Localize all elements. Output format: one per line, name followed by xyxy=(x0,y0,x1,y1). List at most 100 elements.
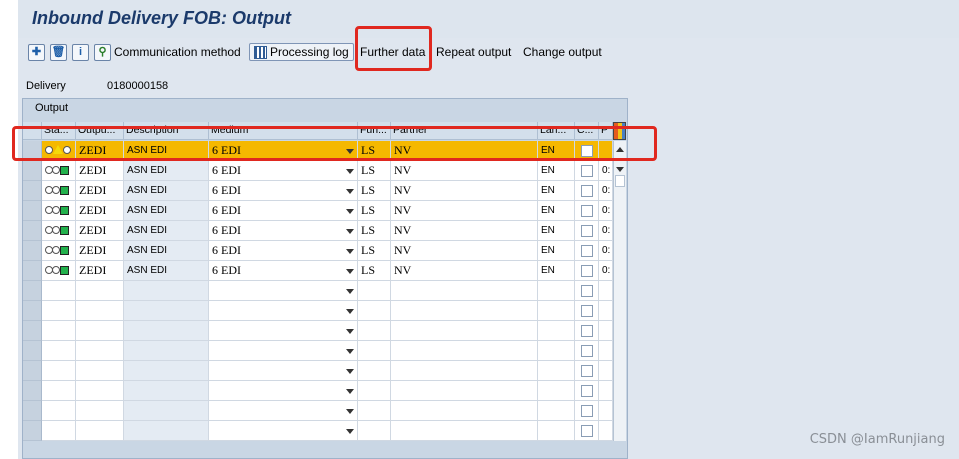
cell-p[interactable]: 0: xyxy=(599,201,613,221)
cell-medium[interactable] xyxy=(209,401,358,421)
cell-description[interactable]: ASN EDI xyxy=(124,181,209,201)
cell-output[interactable]: ZEDI xyxy=(76,241,124,261)
cell-c[interactable] xyxy=(575,401,599,421)
vertical-scrollbar[interactable] xyxy=(613,141,626,441)
chevron-down-icon[interactable] xyxy=(346,229,354,234)
row-selector[interactable] xyxy=(23,161,42,181)
cell-function[interactable] xyxy=(358,341,391,361)
cell-description[interactable]: ASN EDI xyxy=(124,161,209,181)
cell-p[interactable] xyxy=(599,281,613,301)
cell-partner[interactable] xyxy=(391,301,538,321)
cell-p[interactable]: 0: xyxy=(599,161,613,181)
cell-c[interactable] xyxy=(575,241,599,261)
chevron-down-icon[interactable] xyxy=(346,329,354,334)
info-icon[interactable]: i xyxy=(72,44,89,61)
cell-description[interactable] xyxy=(124,281,209,301)
cell-medium[interactable] xyxy=(209,361,358,381)
cell-partner[interactable]: NV xyxy=(391,221,538,241)
row-selector[interactable] xyxy=(23,381,42,401)
cell-function[interactable]: LS xyxy=(358,221,391,241)
checkbox[interactable] xyxy=(581,225,593,237)
checkbox[interactable] xyxy=(581,385,593,397)
cell-p[interactable] xyxy=(599,361,613,381)
row-selector[interactable] xyxy=(23,301,42,321)
cell-c[interactable] xyxy=(575,161,599,181)
chevron-down-icon[interactable] xyxy=(346,389,354,394)
cell-output[interactable] xyxy=(76,421,124,441)
cell-partner[interactable]: NV xyxy=(391,181,538,201)
cell-p[interactable]: 0: xyxy=(599,241,613,261)
cell-function[interactable] xyxy=(358,381,391,401)
cell-c[interactable] xyxy=(575,381,599,401)
cell-partner[interactable] xyxy=(391,361,538,381)
cell-c[interactable] xyxy=(575,421,599,441)
row-selector[interactable] xyxy=(23,221,42,241)
cell-function[interactable] xyxy=(358,281,391,301)
chevron-down-icon[interactable] xyxy=(346,429,354,434)
row-selector[interactable] xyxy=(23,401,42,421)
cell-function[interactable]: LS xyxy=(358,241,391,261)
cell-description[interactable] xyxy=(124,361,209,381)
cell-c[interactable] xyxy=(575,321,599,341)
cell-language[interactable]: EN xyxy=(538,261,575,281)
scroll-down-icon[interactable] xyxy=(616,167,624,172)
cell-description[interactable]: ASN EDI xyxy=(124,241,209,261)
cell-medium[interactable] xyxy=(209,421,358,441)
processing-log-button[interactable]: Processing log xyxy=(249,43,354,61)
cell-function[interactable] xyxy=(358,421,391,441)
cell-medium[interactable] xyxy=(209,341,358,361)
checkbox[interactable] xyxy=(581,345,593,357)
cell-language[interactable] xyxy=(538,381,575,401)
cell-function[interactable] xyxy=(358,361,391,381)
cell-c[interactable] xyxy=(575,341,599,361)
cell-medium[interactable] xyxy=(209,301,358,321)
cell-language[interactable] xyxy=(538,281,575,301)
chevron-down-icon[interactable] xyxy=(346,169,354,174)
checkbox[interactable] xyxy=(581,325,593,337)
cell-partner[interactable]: NV xyxy=(391,241,538,261)
repeat-output-button[interactable]: Repeat output xyxy=(436,45,511,59)
checkbox[interactable] xyxy=(581,265,593,277)
cell-output[interactable] xyxy=(76,401,124,421)
cell-function[interactable] xyxy=(358,301,391,321)
row-selector[interactable] xyxy=(23,361,42,381)
cell-output[interactable]: ZEDI xyxy=(76,261,124,281)
cell-language[interactable]: EN xyxy=(538,201,575,221)
cell-function[interactable]: LS xyxy=(358,161,391,181)
communication-method-button[interactable]: Communication method xyxy=(114,45,241,59)
cell-p[interactable] xyxy=(599,401,613,421)
cell-partner[interactable] xyxy=(391,381,538,401)
cell-output[interactable] xyxy=(76,321,124,341)
cell-function[interactable]: LS xyxy=(358,261,391,281)
cell-c[interactable] xyxy=(575,201,599,221)
cell-p[interactable] xyxy=(599,341,613,361)
row-selector[interactable] xyxy=(23,201,42,221)
checkbox[interactable] xyxy=(581,405,593,417)
cell-c[interactable] xyxy=(575,181,599,201)
row-selector[interactable] xyxy=(23,421,42,441)
cell-description[interactable] xyxy=(124,321,209,341)
cell-partner[interactable]: NV xyxy=(391,201,538,221)
cell-partner[interactable]: NV xyxy=(391,161,538,181)
checkbox[interactable] xyxy=(581,305,593,317)
cell-description[interactable]: ASN EDI xyxy=(124,221,209,241)
cell-partner[interactable] xyxy=(391,281,538,301)
cell-p[interactable]: 0: xyxy=(599,261,613,281)
cell-partner[interactable] xyxy=(391,421,538,441)
cell-language[interactable] xyxy=(538,401,575,421)
cell-function[interactable] xyxy=(358,401,391,421)
new-entry-icon[interactable]: ✚ xyxy=(28,44,45,61)
cell-output[interactable] xyxy=(76,281,124,301)
chevron-down-icon[interactable] xyxy=(346,209,354,214)
cell-partner[interactable] xyxy=(391,341,538,361)
checkbox[interactable] xyxy=(581,425,593,437)
cell-p[interactable]: 0: xyxy=(599,181,613,201)
cell-medium[interactable]: 6 EDI xyxy=(209,201,358,221)
cell-description[interactable] xyxy=(124,421,209,441)
cell-p[interactable] xyxy=(599,321,613,341)
chevron-down-icon[interactable] xyxy=(346,309,354,314)
cell-language[interactable]: EN xyxy=(538,221,575,241)
chevron-down-icon[interactable] xyxy=(346,189,354,194)
cell-output[interactable] xyxy=(76,381,124,401)
row-selector[interactable] xyxy=(23,181,42,201)
